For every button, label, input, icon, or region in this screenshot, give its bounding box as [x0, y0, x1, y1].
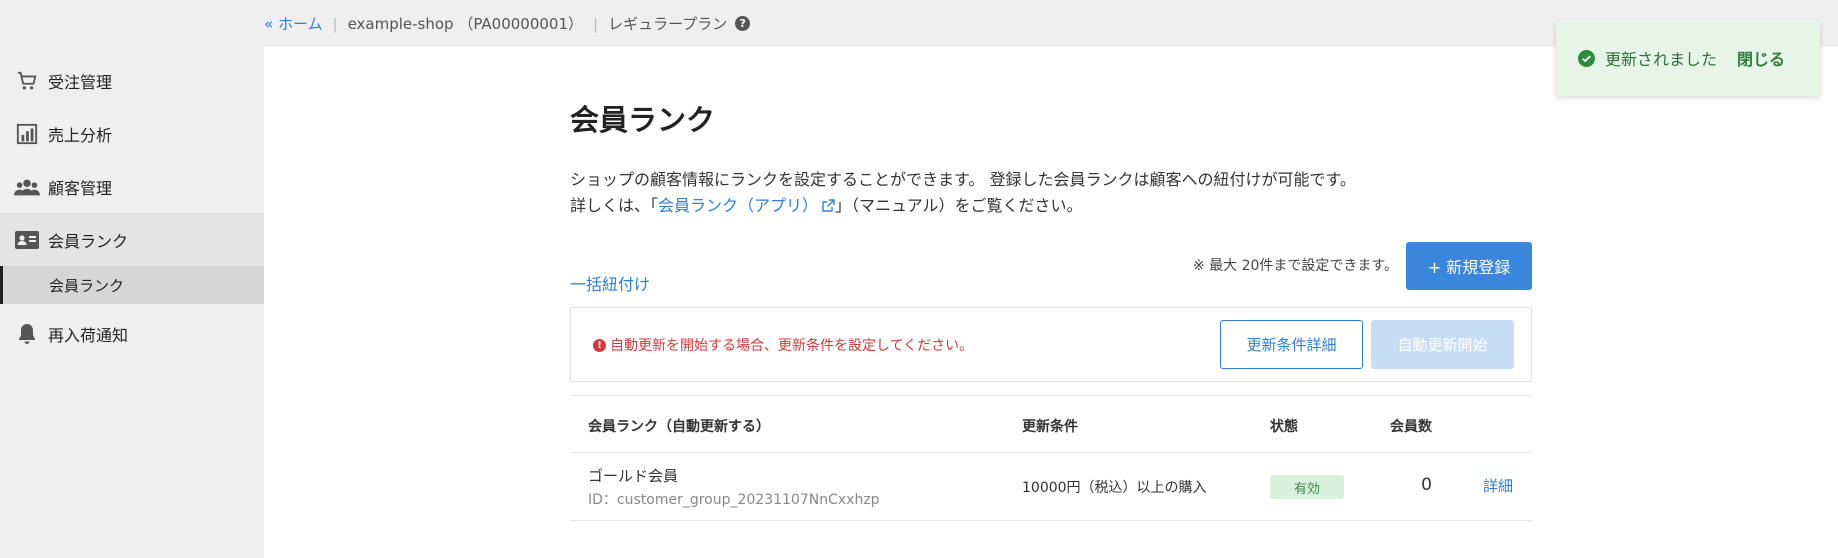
check-circle-icon [1578, 49, 1595, 67]
cart-icon [14, 68, 40, 94]
description-line-2: 詳しくは、「会員ランク（アプリ） 」（マニュアル）をご覧ください。 [570, 193, 1356, 219]
sidebar-item-label: 会員ランク [48, 231, 129, 251]
warning-message: ! 自動更新を開始する場合、更新条件を設定してください。 [593, 335, 973, 355]
breadcrumb-home-link[interactable]: « ホーム [264, 13, 323, 34]
description-suffix: 」（マニュアル）をご覧ください。 [835, 196, 1083, 215]
sidebar-item-customers[interactable]: 顧客管理 [0, 160, 264, 213]
description-line-1: ショップの顧客情報にランクを設定することができます。 登録した会員ランクは顧客へ… [570, 170, 1356, 189]
rank-id: ID：customer_group_20231107NnCxxhzp [588, 492, 880, 508]
breadcrumb-plan: レギュラープラン [608, 15, 728, 33]
table-header: 会員ランク（自動更新する） 更新条件 状態 会員数 [570, 395, 1532, 453]
page-description: ショップの顧客情報にランクを設定することができます。 登録した会員ランクは顧客へ… [570, 167, 1356, 219]
page-title: 会員ランク [570, 103, 716, 137]
status-badge: 有効 [1270, 475, 1344, 499]
id-card-icon [14, 227, 40, 253]
sidebar-item-label: 売上分析 [48, 125, 113, 145]
sidebar: 受注管理 売上分析 顧客管理 会員ランク 会員ランク 再入荷通知 [0, 0, 264, 558]
manual-link[interactable]: 会員ランク（アプリ） [658, 196, 835, 215]
question-circle-icon[interactable]: ? [735, 16, 751, 31]
external-link-icon [822, 199, 835, 212]
column-header-condition: 更新条件 [1022, 419, 1078, 435]
update-condition-detail-button[interactable]: 更新条件詳細 [1220, 320, 1363, 369]
rank-name: ゴールド会員 [588, 467, 679, 485]
column-header-status: 状態 [1270, 419, 1298, 435]
bell-icon [14, 321, 40, 347]
rank-condition: 10000円（税込）以上の購入 [1022, 480, 1207, 496]
description-prefix: 詳しくは、「 [570, 196, 659, 215]
success-toast: 更新されました 閉じる [1556, 20, 1820, 96]
breadcrumb-separator: | [593, 14, 599, 33]
sidebar-nav: 受注管理 売上分析 顧客管理 会員ランク 会員ランク 再入荷通知 [0, 54, 264, 360]
column-header-rank: 会員ランク（自動更新する） [588, 419, 770, 435]
manual-link-text: 会員ランク（アプリ） [658, 196, 819, 215]
member-count: 0 [1421, 475, 1432, 495]
users-icon [14, 174, 40, 200]
bulk-assign-link[interactable]: 一括紐付け [570, 271, 650, 295]
breadcrumb-shop: example-shop （PA00000001） [347, 15, 584, 33]
column-header-member-count: 会員数 [1390, 419, 1432, 435]
breadcrumb-separator: | [332, 14, 338, 33]
sidebar-item-sales[interactable]: 売上分析 [0, 107, 264, 160]
sidebar-item-orders[interactable]: 受注管理 [0, 54, 264, 107]
toast-close-button[interactable]: 閉じる [1737, 46, 1785, 70]
sidebar-item-label: 顧客管理 [48, 178, 113, 198]
new-register-button[interactable]: + 新規登録 [1406, 242, 1532, 290]
main-content: 会員ランク ショップの顧客情報にランクを設定することができます。 登録した会員ラ… [264, 47, 1838, 558]
table-row: ゴールド会員 ID：customer_group_20231107NnCxxhz… [570, 453, 1532, 521]
warning-text: 自動更新を開始する場合、更新条件を設定してください。 [610, 338, 974, 354]
toast-message: 更新されました [1605, 50, 1718, 69]
member-rank-table: 会員ランク（自動更新する） 更新条件 状態 会員数 ゴールド会員 ID：cust… [570, 395, 1532, 521]
detail-link[interactable]: 詳細 [1483, 475, 1513, 496]
sidebar-item-label: 再入荷通知 [48, 325, 129, 345]
start-auto-update-button[interactable]: 自動更新開始 [1371, 320, 1514, 369]
exclamation-circle-icon: ! [593, 338, 606, 352]
auto-update-warning-panel: ! 自動更新を開始する場合、更新条件を設定してください。 更新条件詳細 自動更新… [570, 307, 1532, 382]
chart-icon [14, 121, 40, 147]
sidebar-item-restock[interactable]: 再入荷通知 [0, 307, 264, 360]
limit-note: ※ 最大 20件まで設定できます。 [1192, 258, 1398, 274]
sidebar-item-member-rank[interactable]: 会員ランク [0, 213, 264, 266]
sidebar-subitem-member-rank[interactable]: 会員ランク [0, 266, 264, 304]
sidebar-item-label: 受注管理 [48, 72, 113, 92]
